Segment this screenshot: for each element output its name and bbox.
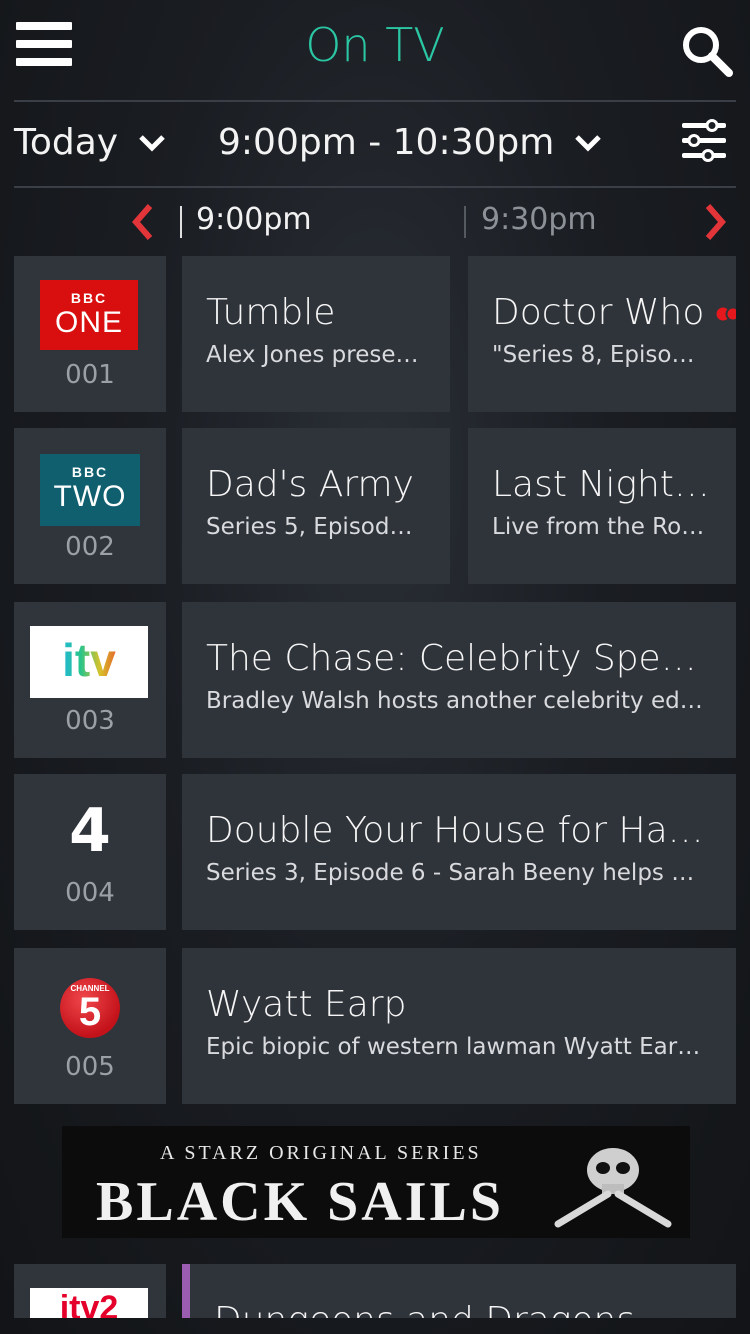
- itv-logo: itv: [30, 626, 148, 698]
- programme-title: Double Your House for Half the ...: [206, 810, 712, 851]
- advert-tagline: A STARZ ORIGINAL SERIES: [160, 1142, 482, 1164]
- channel-row: itv 003 The Chase: Celebrity Special Bra…: [14, 602, 736, 758]
- logo-text: BBC: [70, 290, 108, 306]
- programme-title: Wyatt Earp: [206, 984, 407, 1025]
- skull-emblem-icon: [554, 1148, 672, 1228]
- programme-title: Last Night of...: [492, 464, 712, 505]
- programme-tile[interactable]: Dad's Army Series 5, Episode 6: I...: [182, 428, 450, 584]
- programme-title: Doctor Who: [492, 292, 705, 333]
- channel-row: CHANNEL 5 005 Wyatt Earp Epic biopic of …: [14, 948, 736, 1104]
- channel-number: 004: [65, 878, 115, 908]
- time-marker: [180, 206, 182, 238]
- bbc-two-logo: BBC TWO: [40, 454, 140, 526]
- programme-tile[interactable]: Last Night of... Live from the Royal ...: [468, 428, 736, 584]
- channel-tile[interactable]: itv2: [14, 1264, 166, 1318]
- programme-tile[interactable]: Tumble Alex Jones presents ...: [182, 256, 450, 412]
- logo-text: BBC: [71, 464, 109, 480]
- channel-number: 003: [65, 706, 115, 736]
- channel-row: 4 004 Double Your House for Half the ...…: [14, 774, 736, 930]
- logo-text: itv2: [59, 1289, 119, 1318]
- timeline-header: 9:00pm 9:30pm: [0, 190, 750, 254]
- channel-4-logo: 4: [69, 796, 111, 866]
- programme-description: Alex Jones presents ...: [206, 342, 420, 368]
- channel-row: itv2 Dungeons and Dragons: [14, 1264, 736, 1318]
- programme-tile[interactable]: Double Your House for Half the ... Serie…: [182, 774, 736, 930]
- filter-sliders-icon[interactable]: [680, 118, 728, 164]
- channel-row: BBC TWO 002 Dad's Army Series 5, Episode…: [14, 428, 736, 584]
- search-icon[interactable]: [680, 24, 734, 78]
- programme-description: Epic biopic of western lawman Wyatt Earp…: [206, 1034, 706, 1060]
- channel-tile[interactable]: 4 004: [14, 774, 166, 930]
- channel-row: BBC ONE 001 Tumble Alex Jones presents .…: [14, 256, 736, 412]
- channel-tile[interactable]: BBC ONE 001: [14, 256, 166, 412]
- top-bar: On TV: [0, 0, 750, 100]
- day-dropdown-label: Today: [14, 122, 119, 163]
- chevron-down-icon: [139, 134, 165, 152]
- logo-text: ONE: [54, 306, 123, 339]
- channel-number: 002: [65, 532, 115, 562]
- programme-tile[interactable]: Doctor Who "Series 8, Episode 4: ...: [468, 256, 736, 412]
- bbc-one-logo: BBC ONE: [40, 280, 138, 350]
- channel-number: 001: [65, 360, 115, 390]
- programme-title-wrap: Doctor Who: [492, 292, 736, 333]
- channel-tile[interactable]: itv 003: [14, 602, 166, 758]
- logo-text: itv: [30, 632, 148, 688]
- itv2-logo: itv2: [30, 1288, 148, 1318]
- logo-word: itv: [62, 634, 116, 686]
- programme-title: The Chase: Celebrity Special: [206, 638, 712, 679]
- divider: [14, 186, 736, 188]
- day-dropdown[interactable]: Today: [14, 122, 166, 163]
- programme-tile[interactable]: Dungeons and Dragons: [182, 1264, 736, 1318]
- programme-tile[interactable]: Wyatt Earp Epic biopic of western lawman…: [182, 948, 736, 1104]
- programme-description: Live from the Royal ...: [492, 514, 706, 540]
- chevron-left-icon[interactable]: [130, 202, 156, 242]
- programme-description: Series 5, Episode 6: I...: [206, 514, 420, 540]
- time-marker: [464, 206, 466, 238]
- programme-description: Series 3, Episode 6 - Sarah Beeny helps …: [206, 860, 706, 886]
- programme-description: Bradley Walsh hosts another celebrity ed…: [206, 688, 706, 714]
- programme-title: Dad's Army: [206, 464, 414, 505]
- time-label-start: 9:00pm: [196, 202, 312, 237]
- programme-description: "Series 8, Episode 4: ...: [492, 342, 706, 368]
- chevron-down-icon: [575, 134, 602, 152]
- filter-bar: Today 9:00pm - 10:30pm: [0, 102, 750, 186]
- record-icon: [716, 306, 736, 322]
- logo-text: TWO: [53, 480, 127, 513]
- programme-title: Tumble: [206, 292, 336, 333]
- time-label-next: 9:30pm: [481, 202, 597, 237]
- channel-5-logo: CHANNEL 5: [60, 978, 120, 1038]
- channel-tile[interactable]: CHANNEL 5 005: [14, 948, 166, 1104]
- advert-banner[interactable]: A STARZ ORIGINAL SERIES BLACK SAILS: [62, 1126, 690, 1238]
- programme-title: Dungeons and Dragons: [214, 1300, 712, 1318]
- chevron-right-icon[interactable]: [702, 202, 728, 242]
- channel-number: 005: [65, 1052, 115, 1082]
- time-range-dropdown[interactable]: 9:00pm - 10:30pm: [218, 122, 602, 163]
- logo-text: 5: [78, 990, 102, 1034]
- programme-tile[interactable]: The Chase: Celebrity Special Bradley Wal…: [182, 602, 736, 758]
- channel-tile[interactable]: BBC TWO 002: [14, 428, 166, 584]
- page-title: On TV: [305, 18, 445, 72]
- time-range-label: 9:00pm - 10:30pm: [218, 122, 555, 163]
- advert-title: BLACK SAILS: [96, 1171, 505, 1233]
